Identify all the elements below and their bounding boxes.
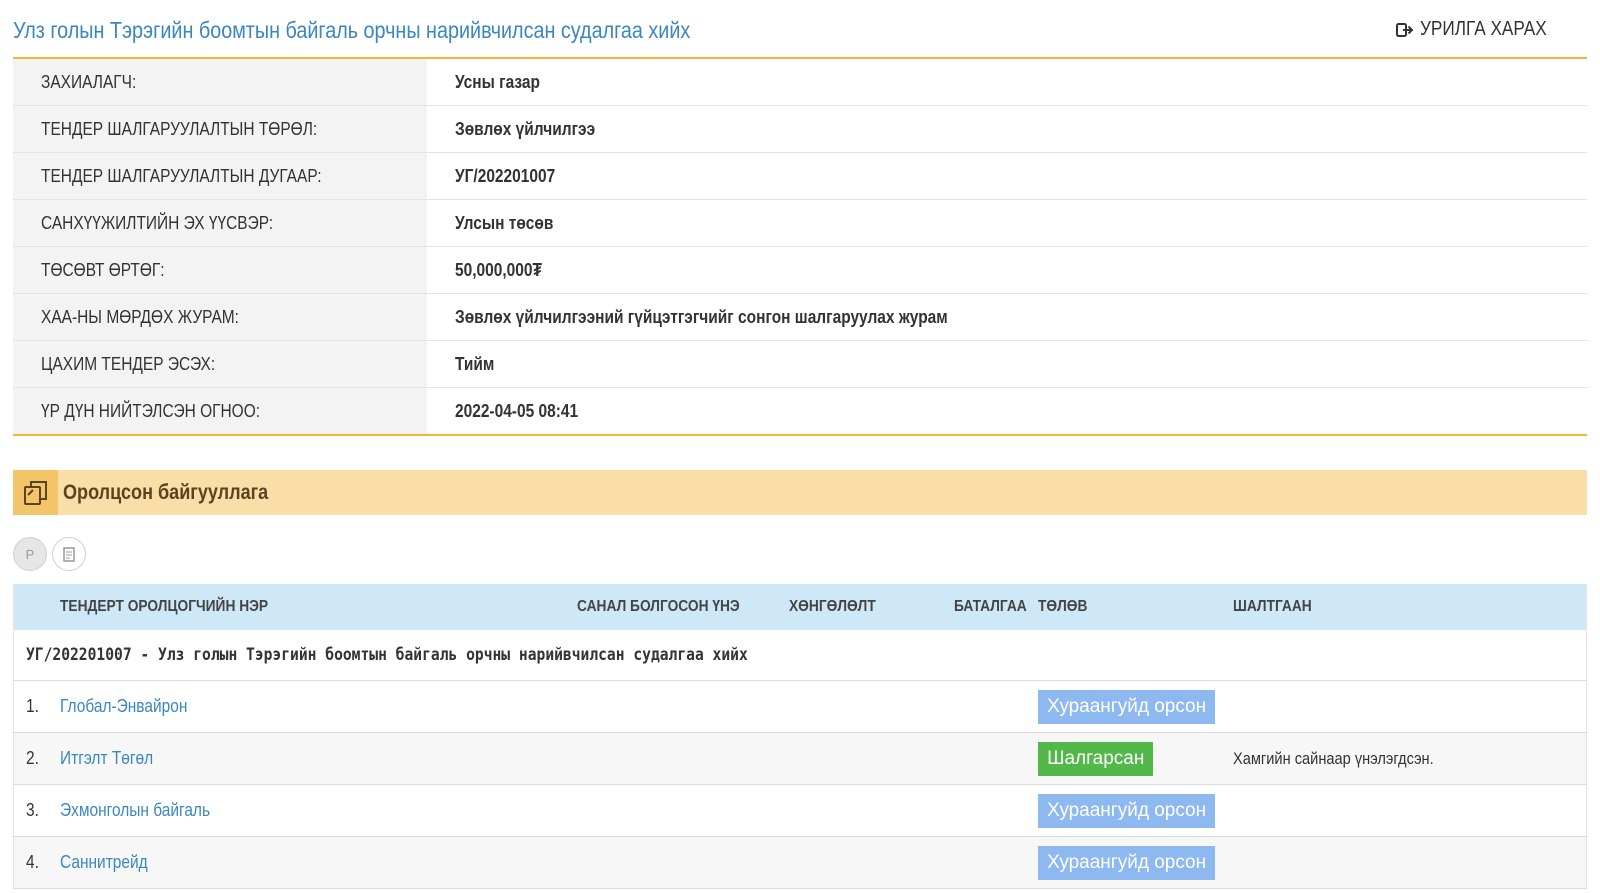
- column-header-name: ТЕНДЕРТ ОРОЛЦОГЧИЙН НЭР: [59, 584, 577, 630]
- status-badge: Хураангуйд орсон: [1038, 793, 1216, 828]
- info-row: ТЕНДЕР ШАЛГАРУУЛАЛТЫН ТӨРӨЛ: Зөвлөх үйлчи…: [13, 105, 1587, 153]
- row-number: 4.: [26, 852, 39, 872]
- status-badge: Хураангуйд орсон: [1038, 845, 1216, 880]
- page-title: Улз голын Тэрэгийн боомтын байгаль орчны…: [13, 17, 801, 44]
- row-number: 1.: [26, 696, 39, 716]
- info-row: САНХҮҮЖИЛТИЙН ЭХ ҮҮСВЭР: Улсын төсөв: [13, 199, 1587, 247]
- info-value: 2022-04-05 08:41: [455, 400, 579, 421]
- info-label: ҮР ДҮН НИЙТЭЛСЭН ОГНОО:: [41, 400, 261, 421]
- copy-icon: [23, 480, 47, 505]
- info-label: ТЕНДЕР ШАЛГАРУУЛАЛТЫН ДУГААР:: [41, 165, 322, 186]
- document-icon: [63, 546, 75, 562]
- table-row: 4. Саннитрейд Хураангуйд орсон: [13, 836, 1587, 889]
- tender-group-row: УГ/202201007 - Улз голын Тэрэгийн боомты…: [13, 630, 1587, 681]
- tender-group-title: УГ/202201007 - Улз голын Тэрэгийн боомты…: [26, 645, 748, 665]
- column-header-discount: ХӨНГӨЛӨЛТ: [788, 584, 954, 630]
- info-label: ЦАХИМ ТЕНДЕР ЭСЭХ:: [41, 353, 216, 374]
- section-icon-box: [13, 470, 58, 515]
- table-row: 3. Эхмонголын байгаль Хураангуйд орсон: [13, 784, 1587, 837]
- section-title-text: Оролцсон байгууллага: [63, 481, 269, 504]
- sign-out-icon: [1395, 22, 1414, 37]
- participant-link[interactable]: Саннитрейд: [60, 852, 162, 872]
- tender-info-table: ЗАХИАЛАГЧ: Усны газар ТЕНДЕР ШАЛГАРУУЛАЛТ…: [13, 59, 1587, 436]
- row-number: 2.: [26, 748, 39, 768]
- view-invitation-label: УРИЛГА ХАРАХ: [1419, 18, 1547, 40]
- info-label: ХАА-НЫ МӨРДӨХ ЖУРАМ:: [41, 306, 239, 327]
- info-row: ЗАХИАЛАГЧ: Усны газар: [13, 59, 1587, 106]
- page-header: Улз голын Тэрэгийн боомтын байгаль орчны…: [13, 0, 1587, 59]
- export-pdf-button[interactable]: Р: [13, 537, 47, 571]
- info-row: ЦАХИМ ТЕНДЕР ЭСЭХ: Тийм: [13, 340, 1587, 388]
- participants-table: ТЕНДЕРТ ОРОЛЦОГЧИЙН НЭР САНАЛ БОЛГОСОН Ү…: [13, 584, 1587, 889]
- info-label: ЗАХИАЛАГЧ:: [41, 71, 137, 92]
- view-invitation-link[interactable]: УРИЛГА ХАРАХ: [1395, 18, 1567, 41]
- section-title: Оролцсон байгууллага: [63, 481, 302, 505]
- info-value: УГ/202201007: [455, 165, 556, 186]
- status-badge: Шалгарсан: [1038, 741, 1154, 776]
- export-pdf-label: Р: [25, 546, 35, 562]
- info-row: ТӨСӨВТ ӨРТӨГ: 50,000,000₮: [13, 246, 1587, 294]
- info-label: ТЕНДЕР ШАЛГАРУУЛАЛТЫН ТӨРӨЛ:: [41, 118, 318, 139]
- info-label: ТӨСӨВТ ӨРТӨГ:: [41, 259, 165, 280]
- info-value: Зөвлөх үйлчилгээ: [455, 118, 596, 139]
- participant-link[interactable]: Глобал-Энвайрон: [60, 696, 208, 716]
- info-value: Улсын төсөв: [455, 212, 554, 233]
- info-value: Усны газар: [455, 71, 540, 92]
- table-row: 1. Глобал-Энвайрон Хураангуйд орсон: [13, 680, 1587, 733]
- column-header-status: ТӨЛӨВ: [1038, 584, 1234, 630]
- info-row: ҮР ДҮН НИЙТЭЛСЭН ОГНОО: 2022-04-05 08:41: [13, 387, 1587, 436]
- info-value: Тийм: [455, 353, 495, 374]
- info-value: Зөвлөх үйлчилгээний гүйцэтгэгчийг сонгон…: [455, 306, 948, 327]
- info-row: ТЕНДЕР ШАЛГАРУУЛАЛТЫН ДУГААР: УГ/20220100…: [13, 152, 1587, 200]
- participant-link[interactable]: Эхмонголын байгаль: [60, 800, 234, 820]
- info-value: 50,000,000₮: [455, 259, 542, 280]
- column-header-reason: ШАЛТГААН: [1233, 584, 1587, 630]
- page-title-text: Улз голын Тэрэгийн боомтын байгаль орчны…: [13, 17, 691, 43]
- info-row: ХАА-НЫ МӨРДӨХ ЖУРАМ: Зөвлөх үйлчилгээний …: [13, 293, 1587, 341]
- reason-text: Хамгийн сайнаар үнэлэгдсэн.: [1233, 749, 1434, 768]
- export-document-button[interactable]: [52, 537, 86, 571]
- table-header-row: ТЕНДЕРТ ОРОЛЦОГЧИЙН НЭР САНАЛ БОЛГОСОН Ү…: [13, 584, 1587, 630]
- column-header-guarantee: БАТАЛГАА: [953, 584, 1039, 630]
- participant-link[interactable]: Итгэлт Төгөл: [60, 748, 168, 768]
- info-label: САНХҮҮЖИЛТИЙН ЭХ ҮҮСВЭР:: [41, 212, 274, 233]
- participants-section-header: Оролцсон байгууллага: [13, 470, 1587, 515]
- status-badge: Хураангуйд орсон: [1038, 689, 1216, 724]
- table-row: 2. Итгэлт Төгөл Шалгарсан Хамгийн сайнаа…: [13, 732, 1587, 785]
- row-number: 3.: [26, 800, 39, 820]
- column-header-price: САНАЛ БОЛГОСОН ҮНЭ: [576, 584, 789, 630]
